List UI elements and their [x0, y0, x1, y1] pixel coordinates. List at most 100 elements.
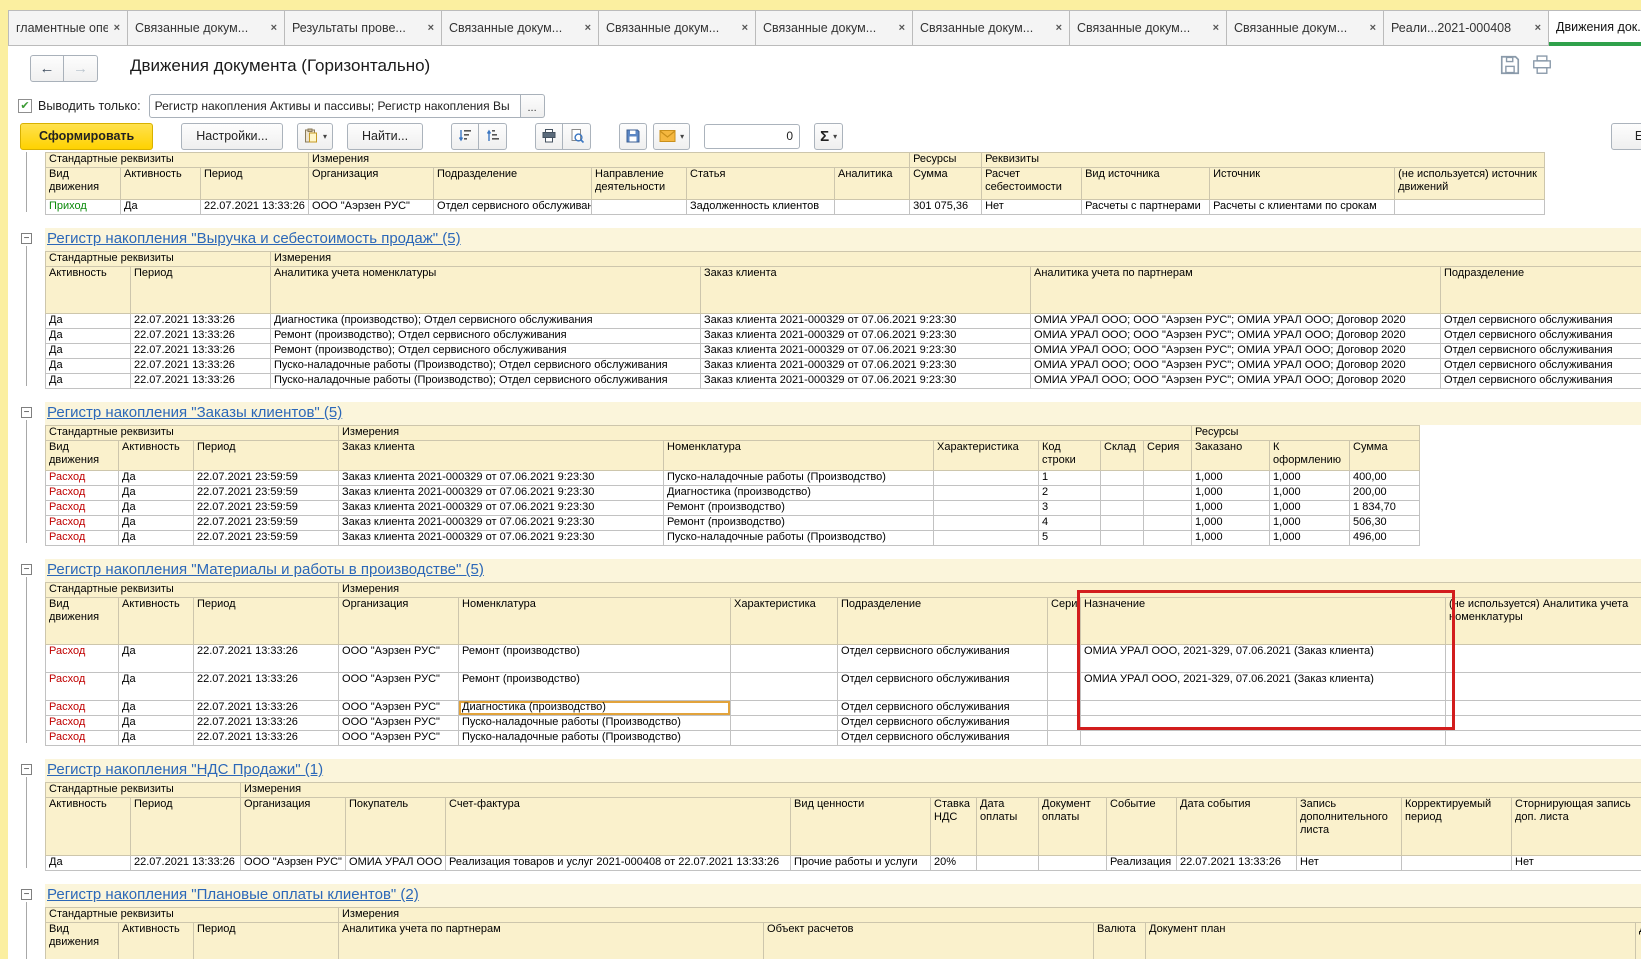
cell[interactable]: Нет — [1512, 856, 1641, 871]
tab-close-icon[interactable]: × — [742, 22, 748, 34]
cell[interactable]: Расход — [46, 645, 119, 673]
cell[interactable] — [977, 856, 1039, 871]
cell[interactable]: 1 — [1039, 471, 1101, 486]
cell[interactable] — [934, 471, 1039, 486]
cell[interactable]: Заказ клиента 2021-000329 от 07.06.2021 … — [701, 374, 1031, 389]
cell[interactable] — [1144, 471, 1192, 486]
cell[interactable]: Отдел сервисного обслуживания — [1441, 329, 1641, 344]
cell[interactable] — [1144, 501, 1192, 516]
cell[interactable]: Пуско-наладочные работы (Производство) — [459, 716, 731, 731]
cell[interactable] — [1144, 486, 1192, 501]
cell[interactable] — [1081, 701, 1446, 716]
cell[interactable]: 22.07.2021 13:33:26 — [194, 701, 339, 716]
cell[interactable]: Приход — [46, 200, 121, 215]
cell[interactable]: ООО "Аэрзен РУС" — [339, 673, 459, 701]
cell[interactable]: Отдел сервисного обслуживания — [1441, 359, 1641, 374]
tab-close-icon[interactable]: × — [1535, 22, 1541, 34]
cell[interactable]: Расход — [46, 501, 119, 516]
tab-2[interactable]: Связанные докум...× — [128, 10, 285, 46]
cell[interactable]: Ремонт (производство) — [459, 673, 731, 701]
cell[interactable]: 22.07.2021 13:33:26 — [194, 731, 339, 746]
cell[interactable]: 4 — [1039, 516, 1101, 531]
cell[interactable] — [1395, 200, 1545, 215]
cell[interactable] — [1048, 673, 1081, 701]
cell[interactable]: Да — [119, 531, 194, 546]
cell[interactable]: Расход — [46, 673, 119, 701]
find-button[interactable]: Найти... — [347, 123, 423, 150]
cell[interactable]: 1,000 — [1270, 516, 1350, 531]
cell[interactable]: Расход — [46, 531, 119, 546]
tab-1[interactable]: гламентные опе...× — [8, 10, 128, 46]
cell[interactable] — [1048, 701, 1081, 716]
cell[interactable]: Ремонт (производство) — [459, 645, 731, 673]
cell[interactable] — [934, 501, 1039, 516]
cell[interactable]: Ремонт (производство) — [664, 516, 934, 531]
cell[interactable]: 22.07.2021 23:59:59 — [194, 516, 339, 531]
cell[interactable]: 2 — [1039, 486, 1101, 501]
cell[interactable]: Заказ клиента 2021-000329 от 07.06.2021 … — [339, 486, 664, 501]
cell[interactable]: Да — [119, 645, 194, 673]
cell[interactable] — [934, 516, 1039, 531]
tab-4[interactable]: Связанные докум...× — [442, 10, 599, 46]
cell[interactable] — [1446, 716, 1641, 731]
cell[interactable] — [1048, 716, 1081, 731]
cell[interactable]: Нет — [982, 200, 1082, 215]
cell[interactable]: Да — [46, 329, 131, 344]
collapse-toggle[interactable]: − — [21, 233, 32, 244]
cell[interactable]: Заказ клиента 2021-000329 от 07.06.2021 … — [339, 531, 664, 546]
cell[interactable]: ООО "Аэрзен РУС" — [339, 716, 459, 731]
back-button[interactable]: ← — [30, 55, 64, 82]
tab-11[interactable]: Движения док... — [1549, 10, 1641, 46]
cell[interactable]: Расчеты с клиентами по срокам — [1210, 200, 1395, 215]
tab-8[interactable]: Связанные докум...× — [1070, 10, 1227, 46]
cell[interactable]: 22.07.2021 13:33:26 — [131, 359, 271, 374]
toolbar-save-button[interactable] — [619, 123, 647, 150]
cell[interactable]: Расход — [46, 471, 119, 486]
cell[interactable]: Отдел сервисного обслуживания — [838, 645, 1048, 673]
cell[interactable]: Да — [119, 471, 194, 486]
cell[interactable]: 22.07.2021 13:33:26 — [131, 329, 271, 344]
cell[interactable]: 22.07.2021 13:33:26 — [131, 314, 271, 329]
cell[interactable] — [1048, 645, 1081, 673]
cell[interactable]: Пуско-наладочные работы (Производство) — [664, 531, 934, 546]
cell[interactable] — [1039, 856, 1107, 871]
cell[interactable]: Диагностика (производство); Отдел сервис… — [271, 314, 701, 329]
cell[interactable]: Заказ клиента 2021-000329 от 07.06.2021 … — [339, 501, 664, 516]
cell[interactable]: 22.07.2021 13:33:26 — [194, 716, 339, 731]
tab-close-icon[interactable]: × — [271, 22, 277, 34]
cell[interactable]: Да — [119, 716, 194, 731]
cell[interactable]: 22.07.2021 13:33:26 — [1177, 856, 1297, 871]
cell[interactable]: 1,000 — [1270, 486, 1350, 501]
cell[interactable]: 1,000 — [1192, 486, 1270, 501]
cell[interactable]: Отдел сервисного обслуживания — [838, 701, 1048, 716]
cell[interactable]: Нет — [1297, 856, 1402, 871]
clipboard-dropdown-button[interactable]: ▾ — [297, 123, 333, 150]
cell[interactable]: Расход — [46, 701, 119, 716]
cell[interactable]: 1,000 — [1270, 531, 1350, 546]
cell[interactable]: Расход — [46, 486, 119, 501]
sort-descending-button[interactable] — [451, 123, 479, 150]
cell[interactable]: Задолженность клиентов — [687, 200, 835, 215]
cell[interactable]: 22.07.2021 13:33:26 — [194, 673, 339, 701]
cell[interactable]: ОМИА УРАЛ ООО; ООО "Аэрзен РУС"; ОМИА УР… — [1031, 314, 1441, 329]
cell[interactable]: Расход — [46, 516, 119, 531]
cell[interactable]: Отдел сервисного обслуживания — [838, 716, 1048, 731]
register-title-link[interactable]: Регистр накопления "Плановые оплаты клие… — [47, 886, 419, 903]
tab-close-icon[interactable]: × — [428, 22, 434, 34]
cell[interactable] — [731, 645, 838, 673]
cell[interactable]: Отдел сервисного обслуживания — [434, 200, 592, 215]
collapse-toggle[interactable]: − — [21, 564, 32, 575]
cell[interactable]: Да — [46, 344, 131, 359]
cell[interactable]: 22.07.2021 13:33:26 — [201, 200, 309, 215]
cell[interactable]: ОМИА УРАЛ ООО; ООО "Аэрзен РУС"; ОМИА УР… — [1031, 374, 1441, 389]
cell[interactable]: Отдел сервисного обслуживания — [838, 673, 1048, 701]
cell[interactable]: Да — [119, 516, 194, 531]
cell[interactable]: Да — [46, 374, 131, 389]
cell[interactable] — [1101, 531, 1144, 546]
cell[interactable]: ООО "Аэрзен РУС" — [339, 731, 459, 746]
tab-close-icon[interactable]: × — [114, 22, 120, 34]
cell[interactable]: 1,000 — [1270, 501, 1350, 516]
cell[interactable] — [1081, 716, 1446, 731]
cell[interactable]: Пуско-наладочные работы (Производство); … — [271, 359, 701, 374]
tab-3[interactable]: Результаты прове...× — [285, 10, 442, 46]
